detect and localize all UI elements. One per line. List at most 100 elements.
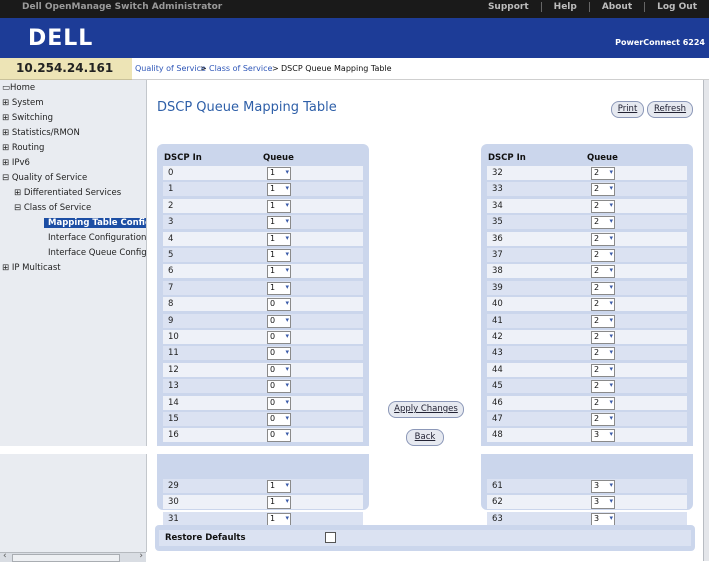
chevron-down-icon[interactable]: ▾ xyxy=(285,299,289,307)
queue-select[interactable]: 2 ▾ xyxy=(591,380,615,394)
queue-select[interactable]: 2 ▾ xyxy=(591,183,615,197)
logout-link[interactable]: Log Out xyxy=(644,2,709,12)
nav-item-system[interactable]: ⊞ System xyxy=(2,98,44,108)
queue-select[interactable]: 2 ▾ xyxy=(591,396,615,410)
chevron-down-icon[interactable]: ▾ xyxy=(285,234,289,242)
chevron-down-icon[interactable]: ▾ xyxy=(285,497,289,505)
apply-changes-button[interactable]: Apply Changes xyxy=(388,401,464,418)
nav-item-statistics[interactable]: ⊞ Statistics/RMON xyxy=(2,128,80,138)
chevron-down-icon[interactable]: ▾ xyxy=(609,481,613,489)
scroll-right-icon[interactable]: › xyxy=(139,551,143,561)
chevron-down-icon[interactable]: ▾ xyxy=(609,398,613,406)
back-button[interactable]: Back xyxy=(406,429,444,446)
queue-select[interactable]: 3 ▾ xyxy=(591,480,615,493)
queue-select[interactable]: 2 ▾ xyxy=(591,347,615,361)
restore-defaults-checkbox[interactable] xyxy=(325,532,336,543)
chevron-down-icon[interactable]: ▾ xyxy=(609,184,613,192)
chevron-down-icon[interactable]: ▾ xyxy=(285,381,289,389)
chevron-down-icon[interactable]: ▾ xyxy=(285,217,289,225)
queue-select[interactable]: 1 ▾ xyxy=(267,183,291,197)
chevron-down-icon[interactable]: ▾ xyxy=(285,201,289,209)
nav-item-mapping-table[interactable]: Mapping Table Configuration xyxy=(44,218,146,228)
queue-select[interactable]: 1 ▾ xyxy=(267,496,291,510)
queue-select[interactable]: 3 ▾ xyxy=(591,496,615,510)
expand-icon[interactable]: ⊞ xyxy=(2,128,9,138)
chevron-down-icon[interactable]: ▾ xyxy=(609,299,613,307)
nav-item-switching[interactable]: ⊞ Switching xyxy=(2,113,53,123)
queue-select[interactable]: 0 ▾ xyxy=(267,298,291,312)
chevron-down-icon[interactable]: ▾ xyxy=(285,514,289,522)
queue-select[interactable]: 0 ▾ xyxy=(267,413,291,426)
expand-icon[interactable]: ⊞ xyxy=(14,188,21,198)
nav-item-diffserv[interactable]: ⊞ Differentiated Services xyxy=(14,188,121,198)
chevron-down-icon[interactable]: ▾ xyxy=(609,497,613,505)
queue-select[interactable]: 2 ▾ xyxy=(591,281,615,295)
queue-select[interactable]: 2 ▾ xyxy=(591,331,615,344)
chevron-down-icon[interactable]: ▾ xyxy=(609,201,613,209)
refresh-button[interactable]: Refresh xyxy=(647,101,693,118)
expand-icon[interactable]: ⊞ xyxy=(2,113,9,123)
chevron-down-icon[interactable]: ▾ xyxy=(609,250,613,258)
expand-icon[interactable]: ⊞ xyxy=(2,158,9,168)
chevron-down-icon[interactable]: ▾ xyxy=(285,365,289,373)
vertical-scrollbar[interactable] xyxy=(703,80,709,561)
expand-icon[interactable]: ⊞ xyxy=(2,98,9,108)
chevron-down-icon[interactable]: ▾ xyxy=(285,414,289,422)
queue-select[interactable]: 2 ▾ xyxy=(591,216,615,230)
collapse-icon[interactable]: ⊟ xyxy=(2,173,9,183)
queue-select[interactable]: 2 ▾ xyxy=(591,298,615,312)
queue-select[interactable]: 2 ▾ xyxy=(591,265,615,279)
chevron-down-icon[interactable]: ▾ xyxy=(285,398,289,406)
chevron-down-icon[interactable]: ▾ xyxy=(609,430,613,438)
nav-item-home[interactable]: ▭Home xyxy=(2,83,35,93)
queue-select[interactable]: 2 ▾ xyxy=(591,232,615,246)
chevron-down-icon[interactable]: ▾ xyxy=(285,332,289,340)
chevron-down-icon[interactable]: ▾ xyxy=(285,348,289,356)
queue-select[interactable]: 0 ▾ xyxy=(267,380,291,394)
nav-item-cos[interactable]: ⊟ Class of Service xyxy=(14,203,91,213)
chevron-down-icon[interactable]: ▾ xyxy=(609,266,613,274)
queue-select[interactable]: 2 ▾ xyxy=(591,363,615,377)
chevron-down-icon[interactable]: ▾ xyxy=(285,283,289,291)
breadcrumb-cos[interactable]: Class of Service xyxy=(209,64,272,73)
about-link[interactable]: About xyxy=(588,2,644,12)
chevron-down-icon[interactable]: ▾ xyxy=(609,414,613,422)
nav-item-interface-queue[interactable]: Interface Queue Configuration xyxy=(48,248,146,258)
queue-select[interactable]: 1 ▾ xyxy=(267,281,291,295)
queue-select[interactable]: 1 ▾ xyxy=(267,480,291,493)
queue-select[interactable]: 3 ▾ xyxy=(591,512,615,526)
queue-select[interactable]: 0 ▾ xyxy=(267,429,291,443)
queue-select[interactable]: 1 ▾ xyxy=(267,216,291,230)
expand-icon[interactable]: ⊞ xyxy=(2,263,9,273)
nav-item-qos[interactable]: ⊟ Quality of Service xyxy=(2,173,87,183)
chevron-down-icon[interactable]: ▾ xyxy=(609,217,613,225)
chevron-down-icon[interactable]: ▾ xyxy=(609,365,613,373)
queue-select[interactable]: 0 ▾ xyxy=(267,331,291,344)
queue-select[interactable]: 2 ▾ xyxy=(591,314,615,328)
queue-select[interactable]: 1 ▾ xyxy=(267,265,291,279)
chevron-down-icon[interactable]: ▾ xyxy=(285,481,289,489)
chevron-down-icon[interactable]: ▾ xyxy=(285,266,289,274)
chevron-down-icon[interactable]: ▾ xyxy=(285,316,289,324)
queue-select[interactable]: 0 ▾ xyxy=(267,347,291,361)
nav-item-ipv6[interactable]: ⊞ IPv6 xyxy=(2,158,30,168)
chevron-down-icon[interactable]: ▾ xyxy=(609,283,613,291)
queue-select[interactable]: 3 ▾ xyxy=(591,429,615,443)
queue-select[interactable]: 1 ▾ xyxy=(267,199,291,213)
queue-select[interactable]: 1 ▾ xyxy=(267,232,291,246)
queue-select[interactable]: 0 ▾ xyxy=(267,396,291,410)
nav-item-interface-config[interactable]: Interface Configuration xyxy=(48,233,146,243)
queue-select[interactable]: 2 ▾ xyxy=(591,199,615,213)
print-button[interactable]: Print xyxy=(611,101,644,118)
chevron-down-icon[interactable]: ▾ xyxy=(609,514,613,522)
queue-select[interactable]: 1 ▾ xyxy=(267,249,291,262)
chevron-down-icon[interactable]: ▾ xyxy=(285,168,289,176)
queue-select[interactable]: 1 ▾ xyxy=(267,512,291,526)
support-link[interactable]: Support xyxy=(476,2,541,12)
chevron-down-icon[interactable]: ▾ xyxy=(285,430,289,438)
queue-select[interactable]: 1 ▾ xyxy=(267,167,291,180)
nav-item-ip-multicast[interactable]: ⊞ IP Multicast xyxy=(2,263,61,273)
help-link[interactable]: Help xyxy=(540,2,589,12)
queue-select[interactable]: 0 ▾ xyxy=(267,314,291,328)
chevron-down-icon[interactable]: ▾ xyxy=(609,332,613,340)
